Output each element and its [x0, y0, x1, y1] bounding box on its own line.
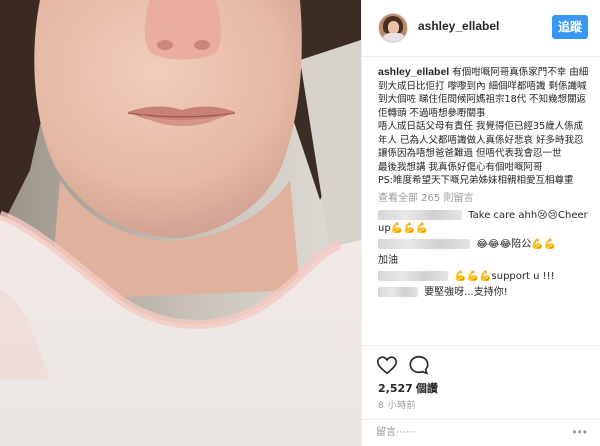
selfie-image — [0, 0, 361, 446]
comments-area: ashley_ellabel 有個咁嘅阿哥真係家門不幸 由細到大成日比佢打 嚟嚟… — [378, 66, 590, 299]
comment-input[interactable] — [376, 423, 556, 441]
post-header: ashley_ellabel 追蹤 — [362, 0, 600, 57]
comment-text: 💪💪💪support u !!! — [454, 270, 555, 282]
follow-button[interactable]: 追蹤 — [552, 15, 588, 39]
post-caption: ashley_ellabel 有個咁嘅阿哥真係家門不幸 由細到大成日比佢打 嚟嚟… — [378, 66, 590, 188]
post-timestamp: 8 小時前 — [378, 401, 417, 411]
caption-paragraph-3: 最後我想講 我真係好傷心有個咁嘅阿哥 — [378, 161, 543, 173]
comment-text: 😂😂😂陪公💪💪 — [476, 238, 557, 250]
caption-paragraph-4: PS:唯度希望天下嘅兄弟姊妹相親相愛互相尊重 — [378, 175, 574, 186]
comment-text: 加油 — [378, 254, 398, 266]
comment-item: 要堅強呀...支持你! — [378, 286, 590, 299]
add-comment-bar: ••• — [362, 419, 600, 444]
blurred-username[interactable] — [378, 270, 448, 281]
comment-item: Take care ahh😢😢Cheer up💪💪💪 — [378, 209, 590, 235]
post-photo — [0, 0, 361, 446]
heart-icon[interactable] — [376, 354, 398, 376]
avatar[interactable] — [378, 13, 408, 43]
comment-text: 要堅強呀...支持你! — [424, 286, 508, 298]
comment-item: 加油 — [378, 254, 590, 267]
comment-icon[interactable] — [408, 354, 430, 376]
blurred-username[interactable] — [378, 209, 462, 220]
caption-username[interactable]: ashley_ellabel — [378, 66, 449, 78]
instagram-post-view: ashley_ellabel 追蹤 ashley_ellabel 有個咁嘅阿哥真… — [0, 0, 600, 446]
blurred-username[interactable] — [378, 286, 418, 297]
comment-item: 💪💪💪support u !!! — [378, 270, 590, 283]
post-side-panel: ashley_ellabel 追蹤 ashley_ellabel 有個咁嘅阿哥真… — [361, 0, 600, 446]
view-all-comments-link[interactable]: 查看全部 265 則留言 — [378, 192, 590, 206]
blurred-username[interactable] — [378, 238, 470, 249]
more-options-icon[interactable]: ••• — [572, 425, 588, 439]
username-link[interactable]: ashley_ellabel — [418, 19, 499, 33]
post-actions: 2,527 個讚 8 小時前 ••• — [362, 345, 600, 442]
likes-count[interactable]: 2,527 個讚 — [378, 380, 438, 396]
caption-paragraph-2: 唔人成日話父母有責任 我覺得佢已經35歲人係成年人 已為人父都唔識做人真係好悲哀… — [378, 121, 584, 159]
comment-item: 😂😂😂陪公💪💪 — [378, 238, 590, 251]
